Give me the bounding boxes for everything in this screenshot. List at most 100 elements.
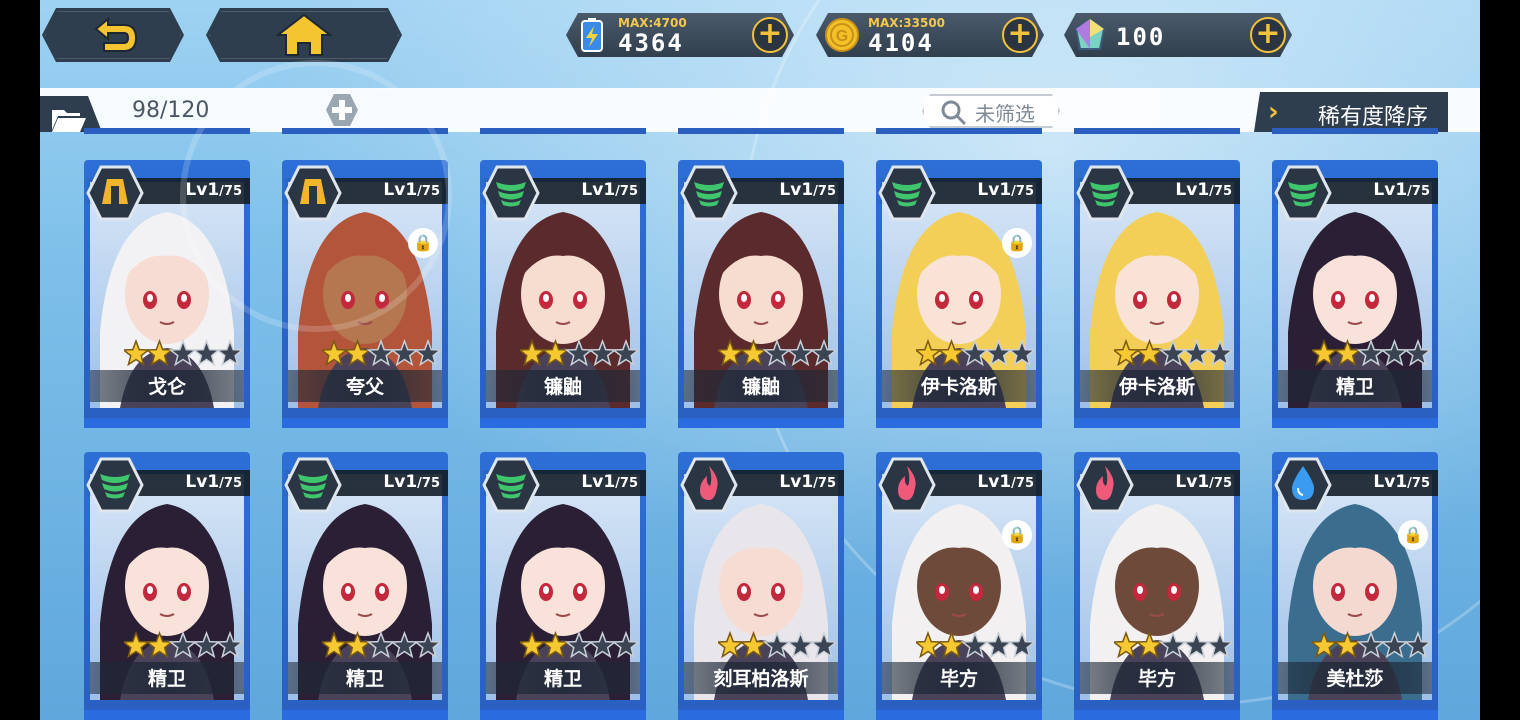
character-card[interactable]: Lv1/75 毕方: [1074, 452, 1240, 720]
water-element-icon: [1274, 457, 1332, 513]
character-card[interactable]: Lv1/75 伊卡洛斯: [1074, 160, 1240, 428]
star-icon: [1312, 338, 1339, 367]
rarity-stars: [124, 630, 242, 659]
card-bottom-bar: [84, 710, 250, 720]
card-bottom-bar: [1272, 418, 1438, 428]
level-value: Lv1: [581, 472, 616, 492]
level-label: Lv1/75: [977, 180, 1034, 200]
star-icon: [960, 630, 990, 659]
prev-row-card-edge: [282, 128, 448, 134]
level-value: Lv1: [1373, 180, 1408, 200]
rarity-stars: [520, 630, 638, 659]
star-icon: [1333, 630, 1362, 659]
star-icon: [960, 338, 990, 367]
star-icon: [1114, 338, 1141, 367]
level-max: /75: [1011, 476, 1034, 491]
back-button[interactable]: [42, 8, 184, 62]
star-icon: [1403, 338, 1430, 367]
star-icon: [1114, 630, 1141, 659]
star-icon: [1158, 338, 1188, 367]
fire-element-icon: [878, 457, 936, 513]
home-button[interactable]: [206, 8, 402, 62]
character-card[interactable]: Lv1/75 🔒 伊卡洛斯: [876, 160, 1042, 428]
character-name: 精卫: [1335, 376, 1374, 398]
character-name: 美杜莎: [1326, 668, 1384, 690]
star-icon: [390, 338, 419, 367]
wind-element-icon: [482, 165, 540, 221]
star-icon: [541, 630, 570, 659]
rarity-stars: [322, 338, 440, 367]
rarity-stars: [1114, 338, 1232, 367]
star-icon: [1205, 630, 1232, 659]
level-label: Lv1/75: [383, 472, 440, 492]
character-name: 伊卡洛斯: [920, 376, 997, 398]
energy-resource: MAX:4700 4364 +: [566, 13, 794, 57]
character-card[interactable]: Lv1/75 精卫: [480, 452, 646, 720]
gold-add-button[interactable]: +: [1002, 17, 1038, 53]
gem-add-button[interactable]: +: [1250, 17, 1286, 53]
star-icon: [520, 630, 547, 659]
level-value: Lv1: [383, 472, 418, 492]
prev-row-card-edge: [876, 128, 1042, 134]
level-max: /75: [219, 476, 242, 491]
character-card[interactable]: Lv1/75 镰鼬: [678, 160, 844, 428]
star-icon: [718, 630, 745, 659]
level-max: /75: [1407, 184, 1430, 199]
level-value: Lv1: [779, 180, 814, 200]
lock-icon: 🔒: [408, 228, 438, 258]
card-bottom-bar: [876, 710, 1042, 720]
gem-value: 100: [1116, 23, 1166, 51]
star-icon: [1007, 630, 1034, 659]
rarity-stars: [520, 338, 638, 367]
star-icon: [343, 338, 372, 367]
character-card[interactable]: Lv1/75 刻耳柏洛斯: [678, 452, 844, 720]
star-icon: [145, 338, 174, 367]
level-max: /75: [615, 476, 638, 491]
level-label: Lv1/75: [1373, 180, 1430, 200]
level-label: Lv1/75: [977, 472, 1034, 492]
level-value: Lv1: [185, 472, 220, 492]
wind-element-icon: [1076, 165, 1134, 221]
wind-element-icon: [284, 457, 342, 513]
wind-element-icon: [680, 165, 738, 221]
rarity-stars: [916, 630, 1034, 659]
expand-inventory-button[interactable]: [324, 92, 360, 128]
rarity-stars: [1114, 630, 1232, 659]
card-bottom-bar: [678, 418, 844, 428]
star-icon: [564, 630, 594, 659]
star-icon: [192, 630, 221, 659]
level-value: Lv1: [977, 472, 1012, 492]
character-card[interactable]: Lv1/75 🔒 美杜莎: [1272, 452, 1438, 720]
card-bottom-bar: [1074, 418, 1240, 428]
gem-resource: 100 +: [1064, 13, 1292, 57]
level-label: Lv1/75: [1175, 180, 1232, 200]
star-icon: [718, 338, 745, 367]
star-icon: [322, 630, 349, 659]
character-card[interactable]: Lv1/75 🔒 夸父: [282, 160, 448, 428]
level-max: /75: [417, 476, 440, 491]
prev-row-card-edge: [480, 128, 646, 134]
card-bottom-bar: [876, 418, 1042, 428]
star-icon: [1380, 338, 1409, 367]
level-value: Lv1: [779, 472, 814, 492]
character-card[interactable]: Lv1/75 🔒 毕方: [876, 452, 1042, 720]
star-icon: [124, 338, 151, 367]
character-card[interactable]: Lv1/75 精卫: [84, 452, 250, 720]
character-card[interactable]: Lv1/75 精卫: [282, 452, 448, 720]
level-max: /75: [417, 184, 440, 199]
star-icon: [192, 338, 221, 367]
level-band: [282, 178, 448, 204]
character-card[interactable]: Lv1/75 镰鼬: [480, 160, 646, 428]
star-icon: [124, 630, 151, 659]
character-card[interactable]: Lv1/75 精卫: [1272, 160, 1438, 428]
star-icon: [611, 338, 638, 367]
star-icon: [541, 338, 570, 367]
character-name: 毕方: [1137, 668, 1176, 690]
star-icon: [937, 630, 966, 659]
character-card[interactable]: Lv1/75 戈仑: [84, 160, 250, 428]
energy-add-button[interactable]: +: [752, 17, 788, 53]
star-icon: [1007, 338, 1034, 367]
character-name: 精卫: [345, 668, 384, 690]
star-icon: [1403, 630, 1430, 659]
star-icon: [762, 338, 792, 367]
